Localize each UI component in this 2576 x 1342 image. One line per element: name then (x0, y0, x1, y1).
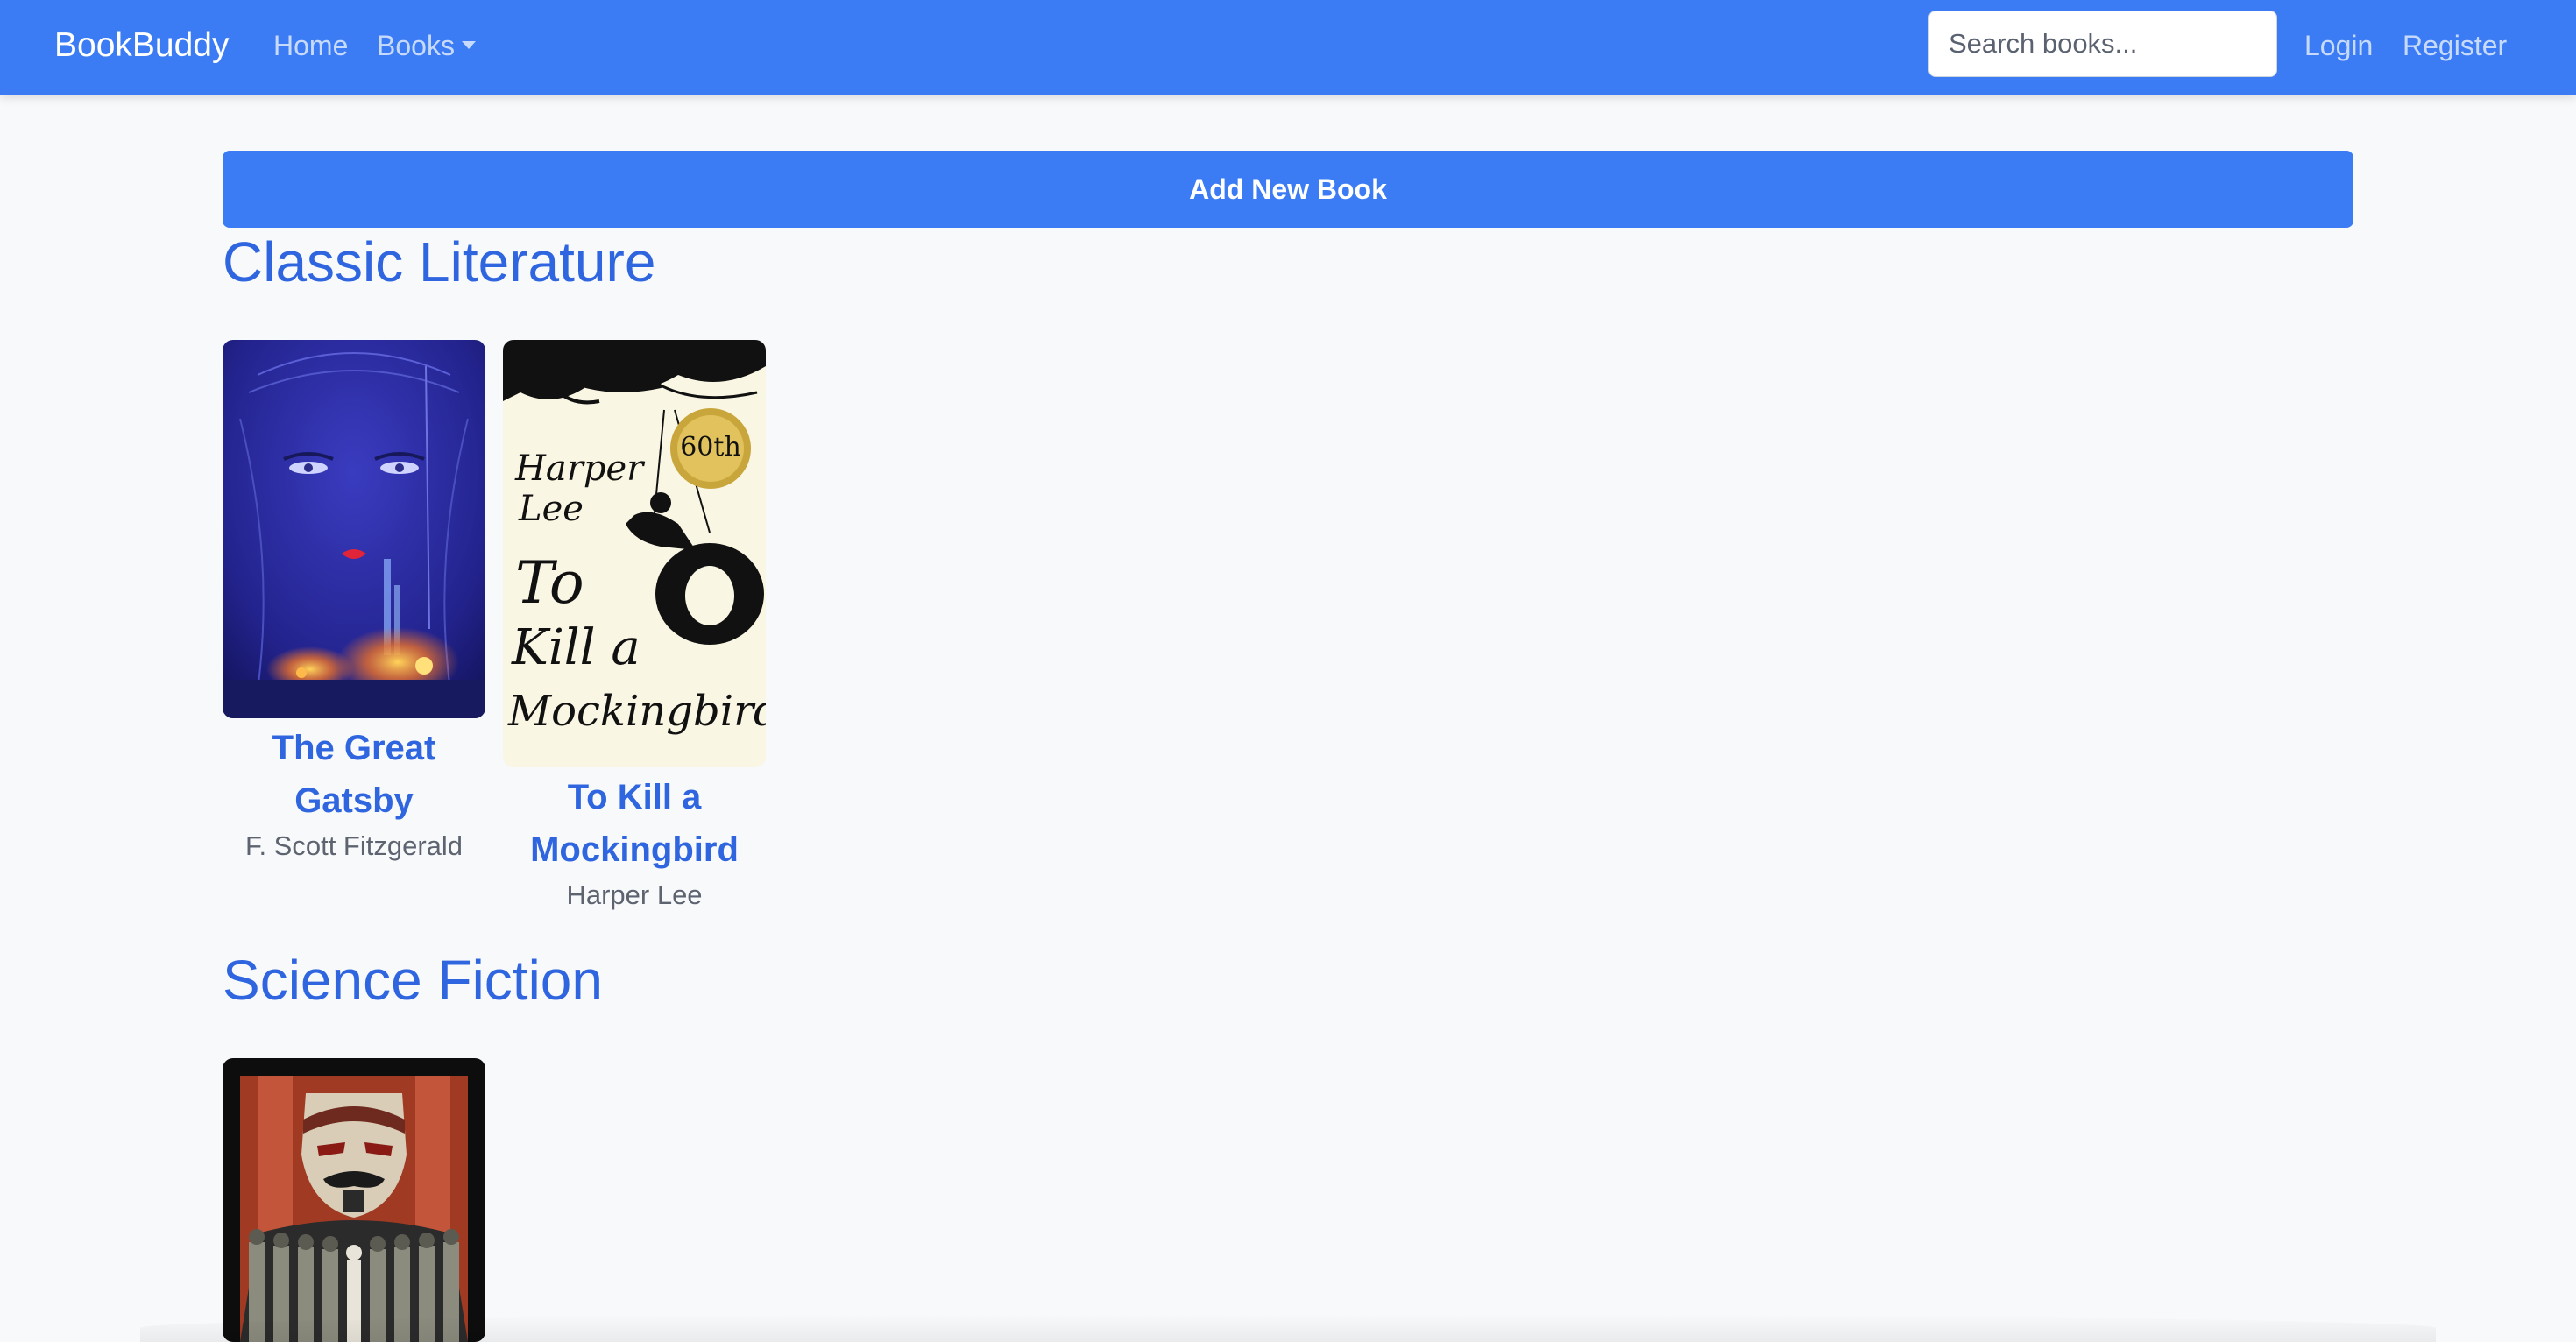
section-title-classic-literature: Classic Literature (223, 230, 656, 293)
book-title[interactable]: To Kill a Mockingbird (503, 771, 766, 876)
book-card-great-gatsby[interactable]: The Great Gatsby F. Scott Fitzgerald (223, 340, 485, 865)
section-title-science-fiction: Science Fiction (223, 949, 603, 1012)
brand-logo[interactable]: BookBuddy (54, 23, 229, 68)
cover-title-line3: Mockingbird (507, 687, 766, 736)
cover-author-last: Lee (518, 489, 584, 529)
add-new-book-button[interactable]: Add New Book (223, 151, 2353, 228)
book-author: Harper Lee (566, 879, 703, 910)
book-title[interactable]: The Great Gatsby (223, 722, 485, 827)
book-author: F. Scott Fitzgerald (244, 830, 464, 861)
book-card-science-fiction[interactable] (223, 1058, 485, 1342)
nav-books-label: Books (377, 30, 455, 61)
book-cover-great-gatsby[interactable] (223, 340, 485, 718)
anniversary-badge: 60th (680, 432, 741, 463)
search-input[interactable] (1928, 11, 2277, 77)
nav-books-dropdown[interactable]: Books (377, 26, 476, 65)
nav-home-link[interactable]: Home (273, 26, 348, 65)
cover-author-first: Harper (514, 449, 646, 489)
book-cover-science-fiction[interactable] (223, 1058, 485, 1342)
cover-title-line2: Kill a (511, 619, 640, 676)
navbar: BookBuddy Home Books Login Register (0, 0, 2576, 95)
scroll-shadow (140, 1314, 2436, 1342)
book-cover-to-kill-a-mockingbird[interactable]: 60th Harper Lee To Kill a Mockingbird (503, 340, 766, 767)
nav-login-link[interactable]: Login (2304, 26, 2373, 65)
caret-down-icon (461, 41, 476, 50)
cover-title-line1: To (515, 549, 584, 617)
nav-register-link[interactable]: Register (2403, 26, 2507, 65)
book-card-to-kill-a-mockingbird[interactable]: 60th Harper Lee To Kill a Mockingbird To… (503, 340, 766, 915)
